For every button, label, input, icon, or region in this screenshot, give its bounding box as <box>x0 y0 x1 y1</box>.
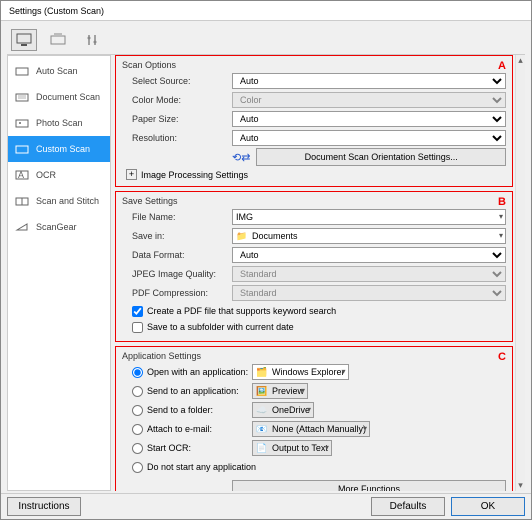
sidebar-item-label: Custom Scan <box>36 144 90 154</box>
scan-options-title: Scan Options <box>122 60 506 70</box>
text-icon: 📄 <box>256 442 268 454</box>
auto-scan-icon <box>14 64 30 78</box>
sidebar-item-label: ScanGear <box>36 222 77 232</box>
application-settings-panel: C Application Settings Open with an appl… <box>115 346 513 491</box>
open-with-label: Open with an application: <box>147 367 248 377</box>
resolution-dropdown[interactable]: Auto <box>232 130 506 146</box>
panel-letter-b: B <box>498 196 506 208</box>
ok-button[interactable]: OK <box>451 497 525 516</box>
content-area: Auto Scan Document Scan Photo Scan Custo… <box>1 21 531 493</box>
panel-letter-c: C <box>498 351 506 363</box>
rotate-icon[interactable]: ⟲⇄ <box>232 151 250 164</box>
send-folder-radio[interactable] <box>132 405 143 416</box>
send-folder-dropdown: ☁️OneDrive▾ <box>252 402 314 418</box>
plus-icon: + <box>126 169 137 180</box>
data-format-label: Data Format: <box>122 250 232 260</box>
stitch-icon <box>14 194 30 208</box>
defaults-button[interactable]: Defaults <box>371 497 445 516</box>
paper-size-label: Paper Size: <box>122 114 232 124</box>
jpeg-quality-dropdown: Standard <box>232 266 506 282</box>
pdf-keyword-checkbox[interactable] <box>132 306 143 317</box>
sidebar-item-label: Document Scan <box>36 92 100 102</box>
sidebar-item-label: Auto Scan <box>36 66 78 76</box>
sidebar-item-ocr[interactable]: A OCR <box>8 162 110 188</box>
mode-scan-from-computer[interactable] <box>11 29 37 51</box>
main-panel: A Scan Options Select Source: Auto Color… <box>115 55 525 491</box>
footer: Instructions Defaults OK <box>1 493 531 519</box>
start-ocr-label: Start OCR: <box>147 443 191 453</box>
sidebar-item-document-scan[interactable]: Document Scan <box>8 84 110 110</box>
document-scan-icon <box>14 90 30 104</box>
explorer-icon: 🗂️ <box>256 366 268 378</box>
send-folder-label: Send to a folder: <box>147 405 213 415</box>
save-settings-title: Save Settings <box>122 196 506 206</box>
image-processing-expander[interactable]: + Image Processing Settings <box>122 169 506 180</box>
preview-icon: 🖼️ <box>256 385 268 397</box>
send-app-dropdown: 🖼️Preview▾ <box>252 383 308 399</box>
scan-options-panel: A Scan Options Select Source: Auto Color… <box>115 55 513 187</box>
settings-window: Settings (Custom Scan) Auto Scan D <box>0 0 532 520</box>
data-format-dropdown[interactable]: Auto <box>232 247 506 263</box>
select-source-label: Select Source: <box>122 76 232 86</box>
open-with-dropdown[interactable]: 🗂️Windows Explorer▾ <box>252 364 349 380</box>
save-in-dropdown[interactable]: 📁Documents▾ <box>232 228 506 244</box>
sidebar-item-custom-scan[interactable]: Custom Scan <box>8 136 110 162</box>
save-settings-panel: B Save Settings File Name: IMG▾ Save in:… <box>115 191 513 342</box>
sidebar-item-auto-scan[interactable]: Auto Scan <box>8 58 110 84</box>
attach-email-label: Attach to e-mail: <box>147 424 212 434</box>
image-processing-label: Image Processing Settings <box>141 170 248 180</box>
more-functions-button[interactable]: More Functions <box>232 480 506 491</box>
subfolder-label: Save to a subfolder with current date <box>147 322 294 332</box>
sidebar-item-scan-and-stitch[interactable]: Scan and Stitch <box>8 188 110 214</box>
photo-scan-icon <box>14 116 30 130</box>
start-ocr-dropdown: 📄Output to Text▾ <box>252 440 332 456</box>
scrollbar[interactable]: ▴▾ <box>515 55 525 491</box>
open-with-radio[interactable] <box>132 367 143 378</box>
titlebar: Settings (Custom Scan) <box>1 1 531 21</box>
window-title: Settings (Custom Scan) <box>9 6 104 16</box>
paper-size-dropdown[interactable]: Auto <box>232 111 506 127</box>
sidebar: Auto Scan Document Scan Photo Scan Custo… <box>7 55 111 491</box>
no-start-label: Do not start any application <box>147 462 256 472</box>
svg-text:A: A <box>18 170 24 180</box>
send-app-radio[interactable] <box>132 386 143 397</box>
sidebar-item-photo-scan[interactable]: Photo Scan <box>8 110 110 136</box>
select-source-dropdown[interactable]: Auto <box>232 73 506 89</box>
mode-general-settings[interactable] <box>79 29 105 51</box>
mode-toolbar <box>7 25 525 55</box>
pdf-compression-dropdown: Standard <box>232 285 506 301</box>
custom-scan-icon <box>14 142 30 156</box>
sidebar-item-label: Photo Scan <box>36 118 83 128</box>
mode-scan-from-panel[interactable] <box>45 29 71 51</box>
body: Auto Scan Document Scan Photo Scan Custo… <box>7 55 525 491</box>
sidebar-item-label: Scan and Stitch <box>36 196 99 206</box>
attach-email-dropdown: 📧None (Attach Manually)▾ <box>252 421 370 437</box>
instructions-button[interactable]: Instructions <box>7 497 81 516</box>
onedrive-icon: ☁️ <box>256 404 268 416</box>
color-mode-label: Color Mode: <box>122 95 232 105</box>
pdf-keyword-label: Create a PDF file that supports keyword … <box>147 306 336 316</box>
pdf-compression-label: PDF Compression: <box>122 288 232 298</box>
sidebar-item-label: OCR <box>36 170 56 180</box>
attach-email-radio[interactable] <box>132 424 143 435</box>
save-in-label: Save in: <box>122 231 232 241</box>
jpeg-quality-label: JPEG Image Quality: <box>122 269 232 279</box>
subfolder-checkbox[interactable] <box>132 322 143 333</box>
no-start-radio[interactable] <box>132 462 143 473</box>
file-name-label: File Name: <box>122 212 232 222</box>
folder-icon: 📁 <box>236 230 248 242</box>
file-name-combo[interactable]: IMG▾ <box>232 209 506 225</box>
panel-letter-a: A <box>498 60 506 72</box>
color-mode-dropdown: Color <box>232 92 506 108</box>
orientation-settings-button[interactable]: Document Scan Orientation Settings... <box>256 148 506 166</box>
application-settings-title: Application Settings <box>122 351 506 361</box>
start-ocr-radio[interactable] <box>132 443 143 454</box>
scangear-icon <box>14 220 30 234</box>
resolution-label: Resolution: <box>122 133 232 143</box>
mail-icon: 📧 <box>256 423 268 435</box>
send-app-label: Send to an application: <box>147 386 239 396</box>
sidebar-item-scangear[interactable]: ScanGear <box>8 214 110 240</box>
ocr-icon: A <box>14 168 30 182</box>
